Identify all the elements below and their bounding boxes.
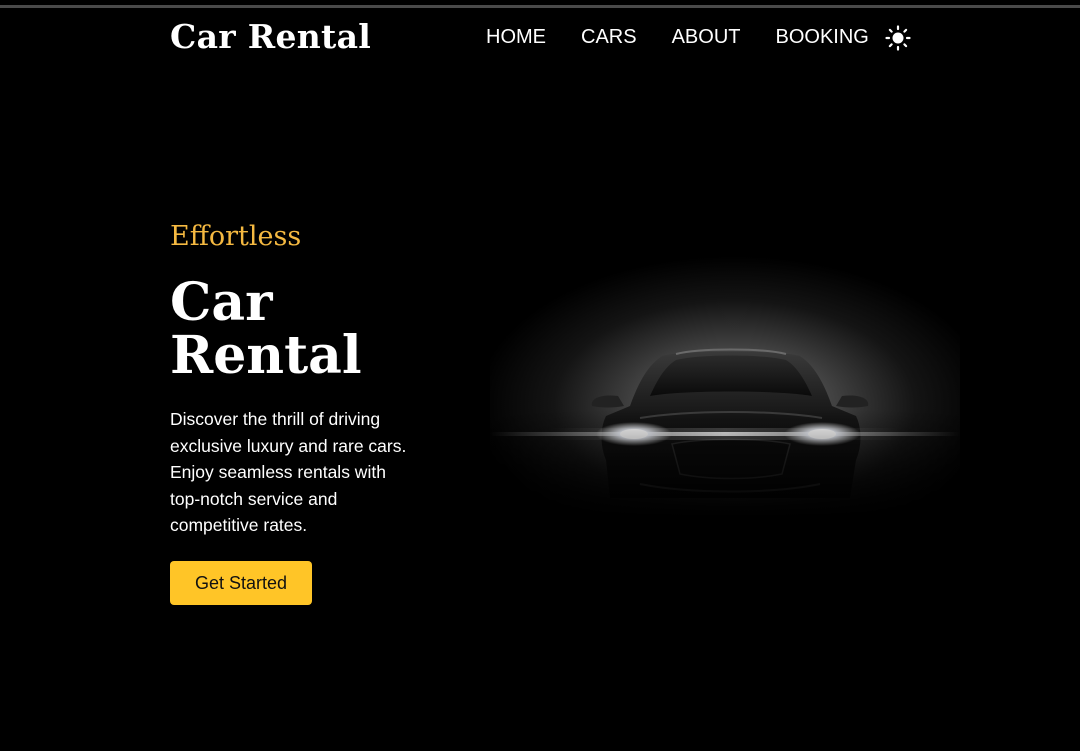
top-border bbox=[0, 5, 1080, 8]
nav-cars[interactable]: CARS bbox=[581, 22, 637, 52]
hero-title: Car Rental bbox=[170, 272, 362, 386]
hero-description: Discover the thrill of driving exclusive… bbox=[170, 409, 407, 535]
theme-toggle-button[interactable] bbox=[884, 24, 912, 52]
site-logo[interactable]: Car Rental bbox=[170, 14, 371, 60]
nav-booking[interactable]: BOOKING bbox=[775, 22, 868, 52]
get-started-button[interactable]: Get Started bbox=[170, 561, 312, 605]
main-nav: HOME CARS ABOUT BOOKING bbox=[486, 22, 904, 52]
nav-home[interactable]: HOME bbox=[486, 22, 546, 52]
hero-tagline: Effortless bbox=[170, 221, 302, 252]
car-image bbox=[490, 248, 960, 518]
sun-icon bbox=[885, 25, 911, 51]
nav-about[interactable]: ABOUT bbox=[672, 22, 741, 52]
